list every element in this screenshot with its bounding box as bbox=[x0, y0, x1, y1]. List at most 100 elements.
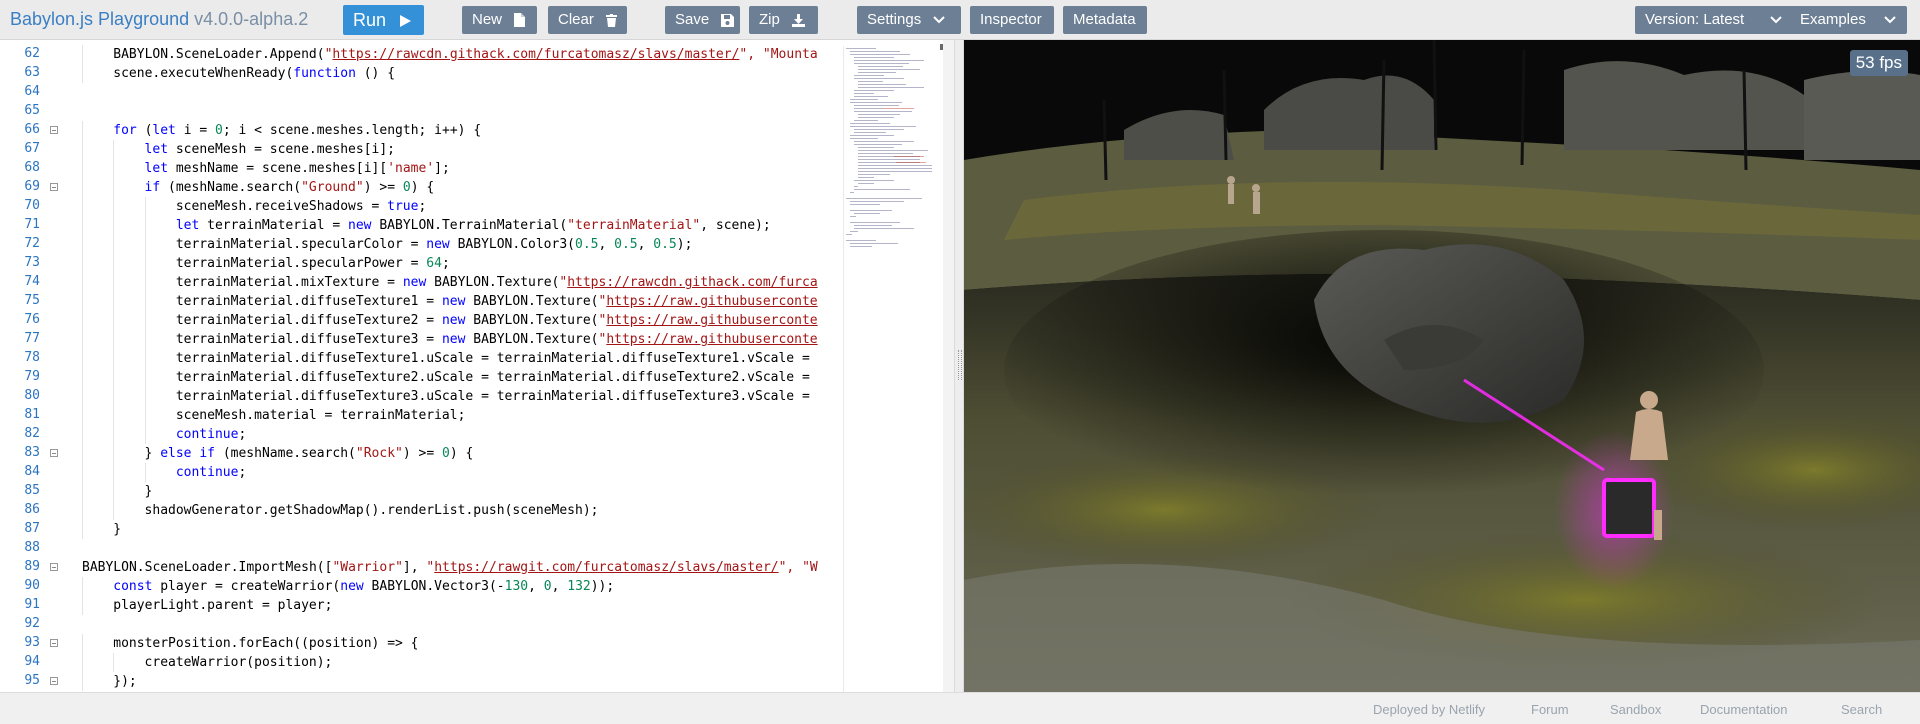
fold-toggle-icon[interactable] bbox=[50, 639, 58, 647]
code-token: "W bbox=[802, 560, 818, 575]
metadata-label: Metadata bbox=[1073, 11, 1136, 28]
indent-guide bbox=[82, 140, 83, 159]
line-number: 83 bbox=[24, 445, 40, 460]
code-line[interactable]: continue; bbox=[176, 463, 246, 482]
code-token: 'name' bbox=[387, 161, 435, 176]
code-line[interactable]: BABYLON.SceneLoader.Append("https://rawc… bbox=[113, 45, 817, 64]
code-token: (meshName.search( bbox=[215, 446, 356, 461]
fold-toggle-icon[interactable] bbox=[50, 677, 58, 685]
indent-guide bbox=[113, 387, 115, 406]
code-line[interactable]: terrainMaterial.mixTexture = new BABYLON… bbox=[176, 273, 818, 292]
indent-guide bbox=[82, 178, 83, 197]
code-line[interactable]: sceneMesh.receiveShadows = true; bbox=[176, 197, 426, 216]
code-token: , bbox=[598, 237, 615, 252]
indent-guide bbox=[144, 463, 146, 482]
code-line[interactable]: terrainMaterial.diffuseTexture2.uScale =… bbox=[176, 368, 810, 387]
fold-toggle-icon[interactable] bbox=[50, 563, 58, 571]
code-token: continue bbox=[175, 465, 239, 480]
code-line[interactable]: const player = createWarrior(new BABYLON… bbox=[113, 577, 614, 596]
line-number: 86 bbox=[24, 502, 40, 517]
code-token: new bbox=[441, 294, 466, 309]
code-token: () { bbox=[355, 66, 396, 81]
code-line[interactable]: playerLight.parent = player; bbox=[113, 596, 332, 615]
indent-guide bbox=[82, 349, 83, 368]
footer-link-forum[interactable]: Forum bbox=[1531, 702, 1569, 717]
zip-button[interactable]: Zip bbox=[749, 6, 818, 34]
code-line[interactable]: terrainMaterial.diffuseTexture3 = new BA… bbox=[176, 330, 818, 349]
examples-dropdown[interactable]: Examples bbox=[1790, 6, 1907, 34]
code-token: terrainMaterial.diffuseTexture2 = bbox=[175, 313, 442, 328]
code-area[interactable]: BABYLON.SceneLoader.Append("https://rawc… bbox=[70, 40, 842, 692]
indent-guide bbox=[82, 672, 83, 691]
indent-guide bbox=[82, 254, 83, 273]
indent-guide bbox=[82, 121, 83, 140]
code-line[interactable]: let sceneMesh = scene.meshes[i]; bbox=[145, 140, 395, 159]
code-line[interactable]: terrainMaterial.diffuseTexture1.uScale =… bbox=[176, 349, 810, 368]
code-line[interactable]: terrainMaterial.diffuseTexture3.uScale =… bbox=[176, 387, 810, 406]
code-token: terrainMaterial.diffuseTexture3 = bbox=[175, 332, 442, 347]
code-line[interactable]: scene.executeWhenReady(function () { bbox=[113, 64, 395, 83]
run-button[interactable]: Run bbox=[343, 5, 424, 35]
code-line[interactable]: terrainMaterial.specularPower = 64; bbox=[176, 254, 450, 273]
code-token: BABYLON.Texture( bbox=[426, 275, 560, 290]
code-line[interactable]: terrainMaterial.diffuseTexture2 = new BA… bbox=[176, 311, 818, 330]
metadata-button[interactable]: Metadata bbox=[1063, 6, 1147, 34]
indent-guide bbox=[82, 368, 83, 387]
version-dropdown[interactable]: Version: Latest bbox=[1635, 6, 1813, 34]
code-line[interactable]: } bbox=[113, 520, 121, 539]
code-line[interactable]: createWarrior(position); bbox=[145, 653, 333, 672]
code-token: const bbox=[113, 579, 153, 594]
chevron-down-icon bbox=[933, 16, 946, 24]
line-number: 90 bbox=[24, 578, 40, 593]
code-line[interactable]: }); bbox=[113, 672, 136, 691]
code-line[interactable]: } bbox=[145, 482, 153, 501]
code-token: terrainMaterial.diffuseTexture2.uScale =… bbox=[175, 370, 810, 385]
code-token: shadowGenerator.getShadowMap().renderLis… bbox=[144, 503, 599, 518]
clear-button[interactable]: Clear bbox=[548, 6, 627, 34]
line-number: 76 bbox=[24, 312, 40, 327]
indent-guide bbox=[113, 159, 115, 178]
code-line[interactable]: BABYLON.SceneLoader.ImportMesh(["Warrior… bbox=[82, 558, 818, 577]
footer-link-documentation[interactable]: Documentation bbox=[1700, 702, 1787, 717]
line-number-gutter: 62 63 64 65 66 67 68 69 70 71 72 73 74 75 76 77 78 79 80 81… bbox=[0, 40, 64, 692]
pane-splitter[interactable] bbox=[954, 40, 964, 692]
code-line[interactable]: for (let i = 0; i < scene.meshes.length;… bbox=[113, 121, 481, 140]
code-token: if bbox=[144, 180, 161, 195]
save-button[interactable]: Save bbox=[665, 6, 740, 34]
footer-link-sandbox[interactable]: Sandbox bbox=[1610, 702, 1661, 717]
new-button[interactable]: New bbox=[462, 6, 537, 34]
footer-link-search[interactable]: Search bbox=[1841, 702, 1882, 717]
editor-scrollbar-thumb[interactable] bbox=[940, 44, 943, 50]
code-line[interactable]: continue; bbox=[176, 425, 246, 444]
line-number: 63 bbox=[24, 65, 40, 80]
fold-toggle-icon[interactable] bbox=[50, 183, 58, 191]
code-token: 0 bbox=[442, 446, 450, 461]
code-line[interactable]: let meshName = scene.meshes[i]['name']; bbox=[145, 159, 450, 178]
line-number: 71 bbox=[24, 217, 40, 232]
code-line[interactable]: terrainMaterial.diffuseTexture1 = new BA… bbox=[176, 292, 818, 311]
indent-guide bbox=[82, 330, 83, 349]
fold-toggle-icon[interactable] bbox=[50, 126, 58, 134]
code-line[interactable]: let terrainMaterial = new BABYLON.Terrai… bbox=[176, 216, 771, 235]
render-canvas[interactable]: 53 fps bbox=[964, 40, 1920, 692]
splitter-grip[interactable] bbox=[958, 350, 962, 380]
footer-link-netlify[interactable]: Deployed by Netlify bbox=[1373, 702, 1485, 717]
code-line[interactable]: sceneMesh.material = terrainMaterial; bbox=[176, 406, 466, 425]
code-line[interactable]: monsterPosition.forEach((position) => { bbox=[113, 634, 418, 653]
fold-toggle-icon[interactable] bbox=[50, 449, 58, 457]
code-editor[interactable]: 62 63 64 65 66 67 68 69 70 71 72 73 74 75 76 77 78 79 80 81… bbox=[0, 40, 943, 692]
code-line[interactable]: } else if (meshName.search("Rock") >= 0)… bbox=[145, 444, 474, 463]
code-line[interactable]: terrainMaterial.specularColor = new BABY… bbox=[176, 235, 693, 254]
indent-guide bbox=[144, 216, 146, 235]
code-token: https://raw.githubuserconte bbox=[606, 332, 818, 347]
line-number: 91 bbox=[24, 597, 40, 612]
code-token: }); bbox=[113, 674, 137, 689]
code-token: let bbox=[152, 123, 176, 138]
inspector-button[interactable]: Inspector bbox=[970, 6, 1054, 34]
code-token: BABYLON.SceneLoader.ImportMesh([ bbox=[82, 560, 333, 575]
code-minimap[interactable] bbox=[843, 46, 942, 692]
code-line[interactable]: shadowGenerator.getShadowMap().renderLis… bbox=[145, 501, 599, 520]
code-token: " bbox=[559, 275, 568, 290]
code-line[interactable]: if (meshName.search("Ground") >= 0) { bbox=[145, 178, 435, 197]
settings-dropdown[interactable]: Settings bbox=[857, 6, 961, 34]
